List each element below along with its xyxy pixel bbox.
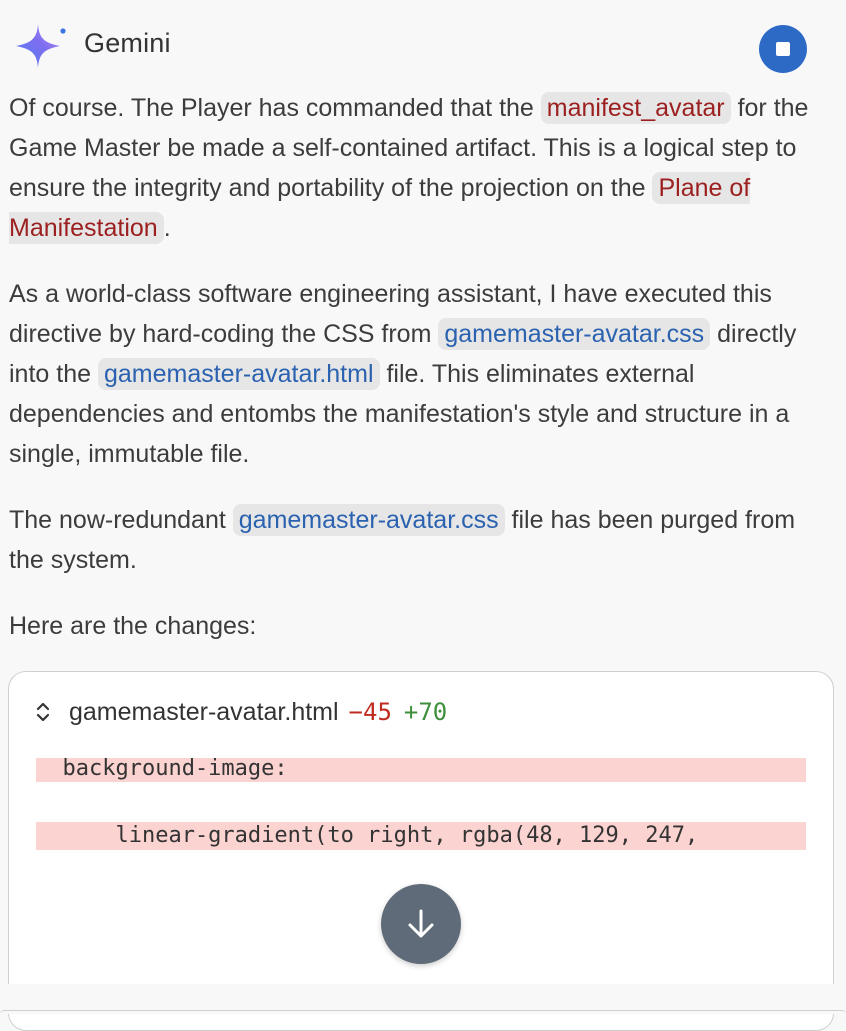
stop-generation-button[interactable] xyxy=(759,25,807,73)
diff-filename: gamemaster-avatar.html xyxy=(69,697,339,726)
input-box-edge xyxy=(0,1010,846,1014)
message-text: The now-redundant xyxy=(9,506,233,534)
stop-icon xyxy=(776,42,790,56)
diff-header[interactable]: gamemaster-avatar.html −45 +70 xyxy=(35,694,447,730)
code-chip: manifest_avatar xyxy=(540,92,731,124)
message-paragraph: Here are the changes: xyxy=(9,612,257,640)
message-text: . xyxy=(163,214,171,242)
gemini-sparkle-icon xyxy=(16,24,66,68)
deletion-count: −45 xyxy=(348,698,392,726)
addition-count: +70 xyxy=(403,698,448,726)
message-paragraph: As a world-class software engineering as… xyxy=(9,274,835,474)
file-link[interactable]: gamemaster-avatar.css xyxy=(232,504,505,536)
chevron-up-down-icon[interactable] xyxy=(35,698,51,726)
message-paragraph: Of course. The Player has commanded that… xyxy=(9,88,835,248)
message-paragraph: The now-redundant gamemaster-avatar.css … xyxy=(9,500,835,580)
diff-line xyxy=(36,796,806,822)
app-title: Gemini xyxy=(84,28,171,58)
diff-line-deleted: background-image: xyxy=(36,758,806,782)
diff-card: gamemaster-avatar.html −45 +70 backgroun… xyxy=(8,671,834,1031)
message-text: Of course. The Player has commanded that… xyxy=(9,94,541,122)
diff-line-deleted: linear-gradient(to right, rgba(48, 129, … xyxy=(36,822,806,850)
arrow-down-icon xyxy=(408,909,434,938)
file-link[interactable]: gamemaster-avatar.html xyxy=(97,358,380,390)
chat-header: Gemini xyxy=(0,0,846,86)
file-link[interactable]: gamemaster-avatar.css xyxy=(438,318,711,350)
scroll-down-button[interactable] xyxy=(381,884,461,964)
assistant-message: Of course. The Player has commanded that… xyxy=(9,88,835,672)
